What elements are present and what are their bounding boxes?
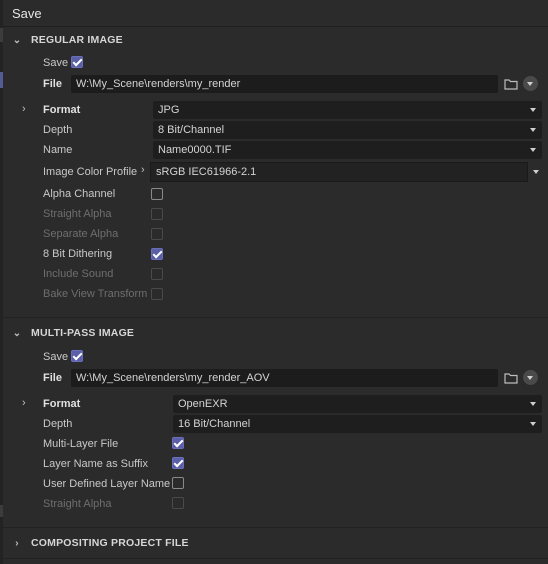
chevron-right-icon[interactable]: › <box>22 397 26 409</box>
color-profile-dropdown-button[interactable] <box>528 163 544 181</box>
format-label: Format <box>43 398 81 410</box>
alpha-channel-checkbox[interactable] <box>151 188 163 200</box>
color-profile-field[interactable]: sRGB IEC61966-2.1 <box>150 162 528 182</box>
file-label: File <box>43 372 62 384</box>
regular-save-checkbox[interactable] <box>71 56 83 68</box>
chevron-right-icon[interactable]: › <box>22 103 26 115</box>
section-title: REGULAR IMAGE <box>31 34 123 46</box>
section-multi-pass-image[interactable]: ⌄ MULTI-PASS IMAGE <box>10 322 540 344</box>
8bit-dithering-checkbox[interactable] <box>151 248 163 260</box>
layer-name-as-suffix-checkbox[interactable] <box>172 457 184 469</box>
straight-alpha-label: Straight Alpha <box>43 498 112 510</box>
bake-view-transform-checkbox[interactable] <box>151 288 163 300</box>
user-defined-layer-name-label: User Defined Layer Name <box>43 478 171 490</box>
depth-value: 8 Bit/Channel <box>158 124 225 136</box>
straight-alpha-checkbox[interactable] <box>151 208 163 220</box>
save-label: Save <box>43 57 69 69</box>
format-value: JPG <box>158 104 180 116</box>
chevron-down-icon <box>530 108 536 112</box>
window-title: Save <box>12 6 42 21</box>
user-defined-layer-name-checkbox[interactable] <box>172 477 184 489</box>
folder-icon[interactable] <box>504 372 518 384</box>
name-value: Name0000.TIF <box>158 144 232 156</box>
file-options-button[interactable] <box>523 76 538 91</box>
bake-view-transform-label: Bake View Transform <box>43 288 148 300</box>
multipass-save-checkbox[interactable] <box>71 350 83 362</box>
chevron-down-icon <box>530 422 536 426</box>
section-title: MULTI-PASS IMAGE <box>31 327 135 339</box>
edge-marker <box>0 28 3 42</box>
edge-selection-marker <box>0 72 3 88</box>
section-title: COMPOSITING PROJECT FILE <box>31 537 189 549</box>
multipass-file-path-input[interactable]: W:\My_Scene\renders\my_render_AOV <box>71 369 498 387</box>
chevron-right-icon: › <box>15 537 19 549</box>
color-profile-value: sRGB IEC61966-2.1 <box>156 166 257 178</box>
multipass-format-dropdown[interactable]: OpenEXR <box>173 395 542 413</box>
include-sound-label: Include Sound <box>43 268 114 280</box>
depth-value: 16 Bit/Channel <box>178 418 251 430</box>
save-label: Save <box>43 351 69 363</box>
include-sound-checkbox[interactable] <box>151 268 163 280</box>
edge-marker <box>0 505 3 517</box>
depth-label: Depth <box>43 418 73 430</box>
regular-file-path-input[interactable]: W:\My_Scene\renders\my_render <box>71 75 498 93</box>
depth-label: Depth <box>43 124 73 136</box>
chevron-down-icon <box>530 148 536 152</box>
straight-alpha-label: Straight Alpha <box>43 208 112 220</box>
chevron-down-icon <box>530 402 536 406</box>
name-label: Name <box>43 144 73 156</box>
regular-name-dropdown[interactable]: Name0000.TIF <box>153 141 542 159</box>
format-value: OpenEXR <box>178 398 228 410</box>
chevron-down-icon: ⌄ <box>12 327 22 339</box>
format-label: Format <box>43 104 81 116</box>
layer-name-as-suffix-label: Layer Name as Suffix <box>43 458 148 470</box>
straight-alpha-checkbox[interactable] <box>172 497 184 509</box>
section-divider <box>3 317 548 318</box>
chevron-down-icon <box>533 170 539 174</box>
section-regular-image[interactable]: ⌄ REGULAR IMAGE <box>10 29 540 51</box>
section-compositing-project-file[interactable]: › COMPOSITING PROJECT FILE <box>10 532 540 554</box>
separate-alpha-checkbox[interactable] <box>151 228 163 240</box>
title-divider <box>3 26 548 27</box>
regular-depth-dropdown[interactable]: 8 Bit/Channel <box>153 121 542 139</box>
separate-alpha-label: Separate Alpha <box>43 228 119 240</box>
multi-layer-file-label: Multi-Layer File <box>43 438 119 450</box>
chevron-down-icon <box>530 128 536 132</box>
file-label: File <box>43 78 62 90</box>
left-edge-strip <box>0 0 3 564</box>
regular-format-dropdown[interactable]: JPG <box>153 101 542 119</box>
section-divider <box>3 527 548 528</box>
image-color-profile-label: Image Color Profile <box>43 166 138 178</box>
alpha-channel-label: Alpha Channel <box>43 188 116 200</box>
file-options-button[interactable] <box>523 370 538 385</box>
section-divider <box>3 558 548 559</box>
multi-layer-file-checkbox[interactable] <box>172 437 184 449</box>
8bit-dithering-label: 8 Bit Dithering <box>43 248 113 260</box>
chevron-down-icon: ⌄ <box>12 34 22 46</box>
multipass-depth-dropdown[interactable]: 16 Bit/Channel <box>173 415 542 433</box>
folder-icon[interactable] <box>504 78 518 90</box>
chevron-right-icon[interactable]: › <box>141 164 145 176</box>
